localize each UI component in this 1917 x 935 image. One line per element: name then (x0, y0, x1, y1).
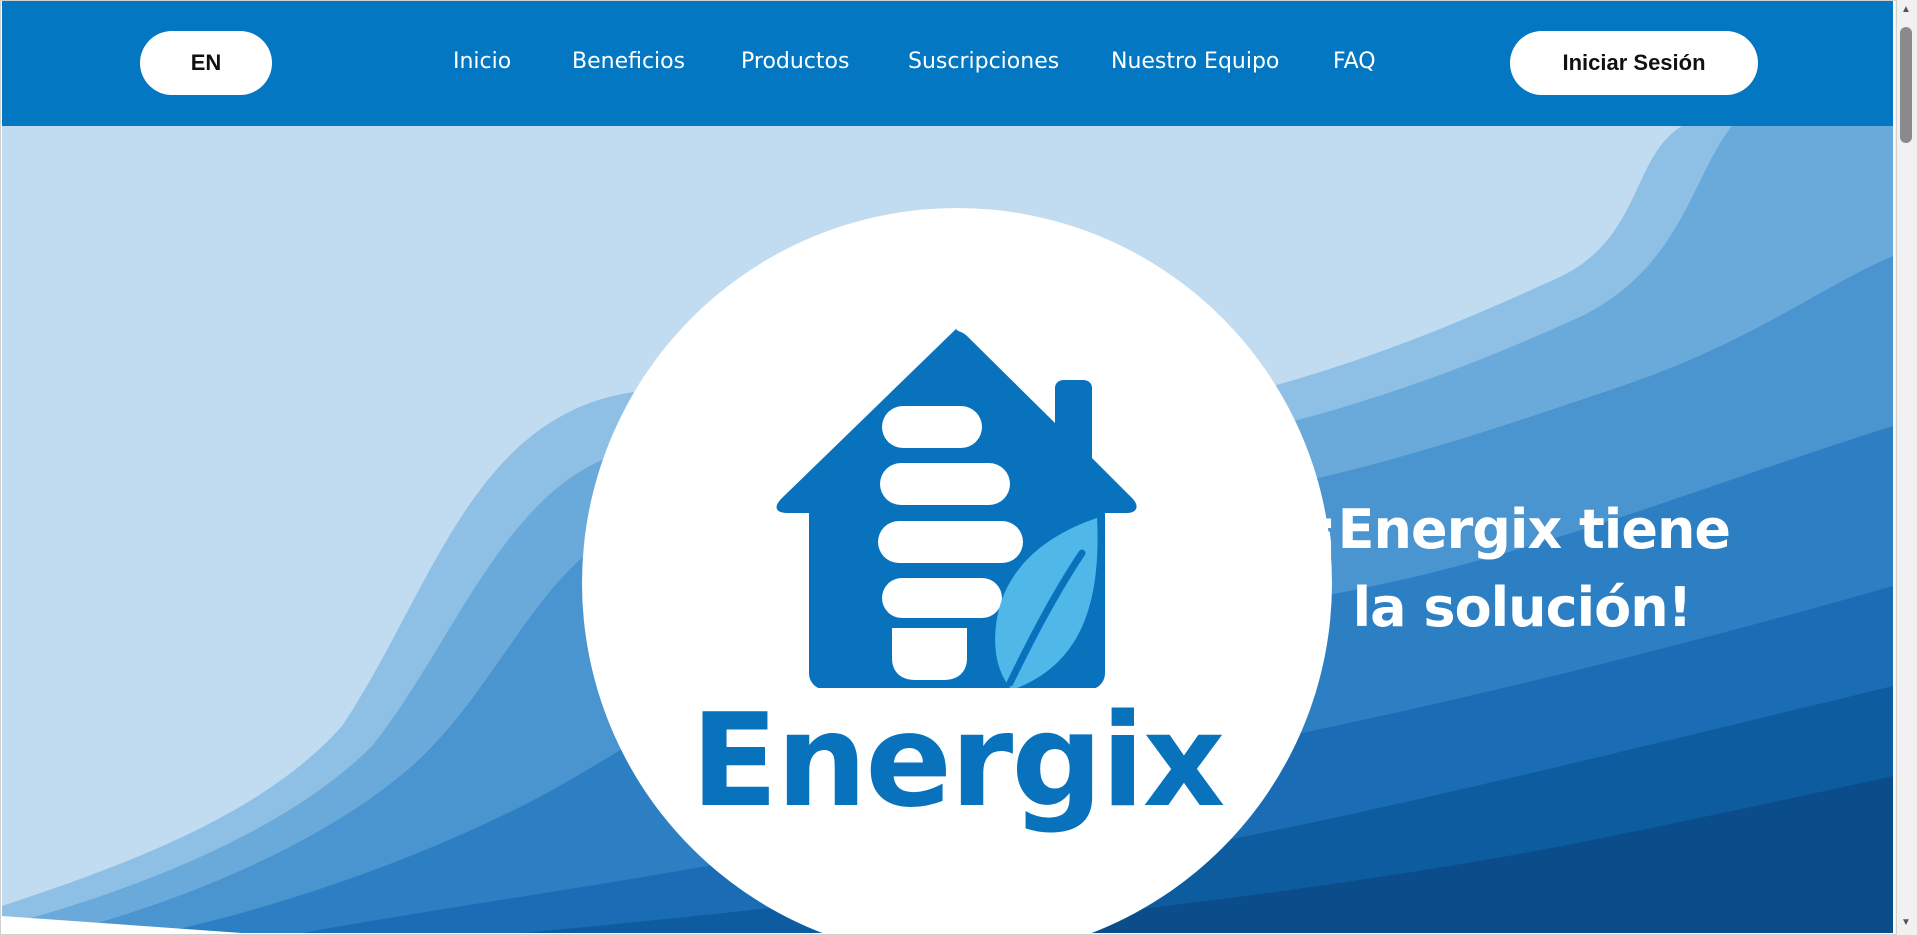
house-lightbulb-leaf-icon (776, 328, 1137, 688)
nav-link-inicio[interactable]: Inicio (453, 49, 511, 74)
nav-link-nuestro-equipo[interactable]: Nuestro Equipo (1111, 49, 1279, 74)
nav-link-productos[interactable]: Productos (741, 49, 849, 74)
scroll-up-arrow-icon[interactable]: ▲ (1895, 2, 1917, 18)
page: EN Inicio Beneficios Productos Suscripci… (2, 1, 1893, 933)
logo-circle: Energix (582, 208, 1332, 933)
brand-name: Energix (690, 687, 1226, 836)
hero-section: Energix ¡Energix tiene la solución! (2, 126, 1893, 933)
nav-link-suscripciones[interactable]: Suscripciones (908, 49, 1059, 74)
tagline-line-1: ¡Energix tiene (1313, 498, 1731, 561)
nav-link-faq[interactable]: FAQ (1333, 49, 1376, 74)
scroll-down-arrow-icon[interactable]: ▼ (1895, 915, 1917, 931)
tagline-line-2: la solución! (1352, 576, 1693, 639)
hero-tagline: ¡Energix tiene la solución! (1302, 491, 1742, 647)
vertical-scrollbar[interactable]: ▲ ▼ (1895, 0, 1917, 935)
scroll-thumb[interactable] (1900, 27, 1912, 143)
nav-link-beneficios[interactable]: Beneficios (572, 49, 685, 74)
navbar: EN Inicio Beneficios Productos Suscripci… (2, 1, 1893, 126)
login-button[interactable]: Iniciar Sesión (1510, 31, 1758, 95)
